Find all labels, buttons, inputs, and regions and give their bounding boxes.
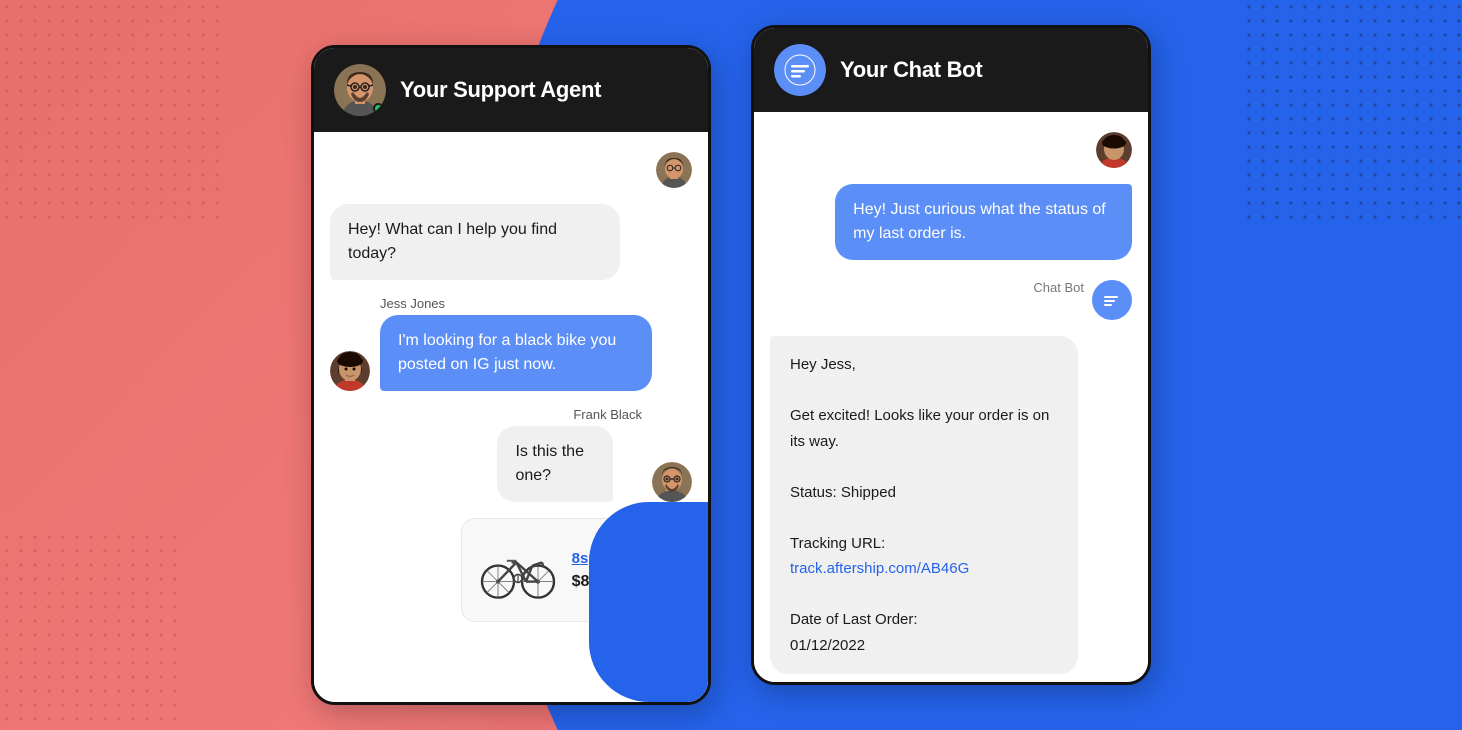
bot-line-5: Date of Last Order:: [790, 607, 1058, 633]
phone2-chat-body: Hey! Just curious what the status of my …: [754, 112, 1148, 682]
chat-bot-label-row: Chat Bot: [770, 280, 1132, 320]
product-image: [478, 535, 558, 605]
frank-avatar: [652, 462, 692, 502]
bot-response-bubble: Hey Jess, Get excited! Looks like your o…: [770, 336, 1078, 674]
bot-icon-small: [1092, 280, 1132, 320]
phone2-user-bubble: Hey! Just curious what the status of my …: [835, 184, 1132, 260]
bot-tracking-url[interactable]: track.aftership.com/AB46G: [790, 556, 1058, 582]
phone1-blue-curve: [589, 502, 709, 702]
main-content: Your Support Agent: [0, 0, 1462, 730]
jess-avatar: [330, 351, 370, 391]
phone2-bot-name: Your Chat Bot: [840, 57, 982, 83]
phone1-top-avatar-area: [330, 152, 692, 188]
phone2-top-area: [770, 132, 1132, 168]
bot-line-2: Get excited! Looks like your order is on…: [790, 403, 1058, 454]
bot-line-3: Status: Shipped: [790, 480, 1058, 506]
phone1-header: Your Support Agent: [314, 48, 708, 132]
phone1-agent-name: Your Support Agent: [400, 77, 601, 103]
phone2-header: Your Chat Bot: [754, 28, 1148, 112]
frank-message-row: Frank Black Is this the one?: [330, 407, 692, 502]
phone-chat-bot: Your Chat Bot Hey! Ju: [751, 25, 1151, 685]
frank-name-label: Frank Black: [573, 407, 642, 422]
jess-bubble: I'm looking for a black bike you posted …: [380, 315, 652, 391]
bot-line-4: Tracking URL:: [790, 531, 1058, 557]
jess-message-col: Jess Jones I'm looking for a black bike …: [380, 296, 652, 391]
frank-message-col: Frank Black Is this the one?: [497, 407, 642, 502]
phone-support-agent: Your Support Agent: [311, 45, 711, 705]
chat-bot-label: Chat Bot: [1033, 280, 1084, 295]
online-indicator: [373, 103, 384, 114]
jess-message-row: Jess Jones I'm looking for a black bike …: [330, 296, 692, 391]
frank-text-bubble: Is this the one?: [497, 426, 613, 502]
jess-name-label: Jess Jones: [380, 296, 652, 311]
bot-line-1: Hey Jess,: [790, 352, 1058, 378]
phone1-greeting-bubble: Hey! What can I help you find today?: [330, 204, 620, 280]
bot-avatar-header: [774, 44, 826, 96]
agent-avatar: [334, 64, 386, 116]
bot-order-date: 01/12/2022: [790, 633, 1058, 659]
